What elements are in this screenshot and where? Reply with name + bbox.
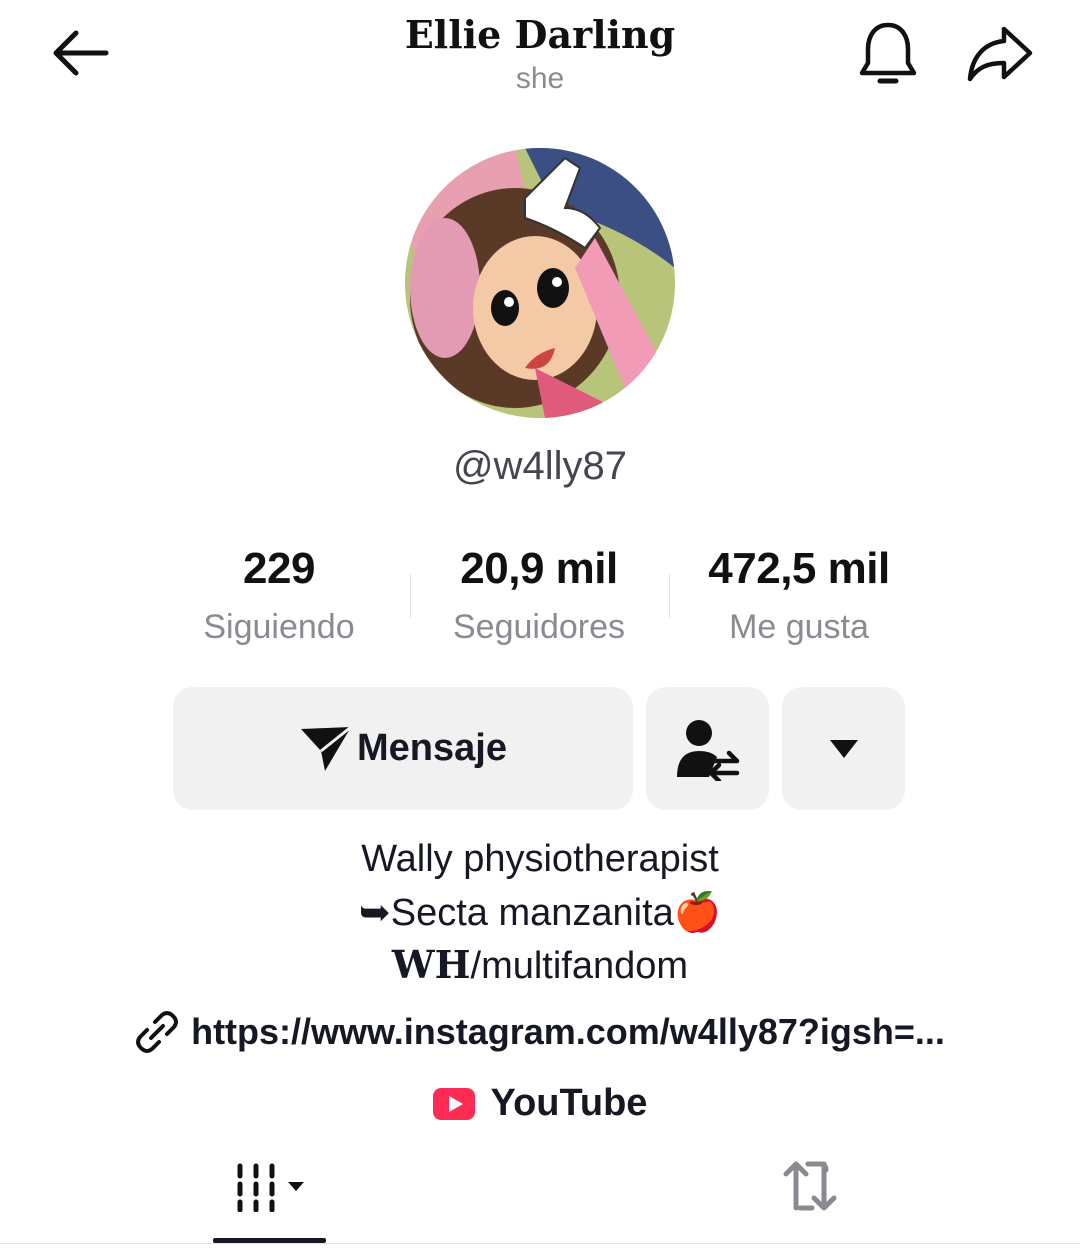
youtube-icon <box>432 1087 475 1120</box>
share-arrow-icon <box>967 26 1033 82</box>
notification-button[interactable] <box>852 18 924 90</box>
user-swap-icon <box>676 719 739 781</box>
tab-bar-divider <box>0 1243 1080 1244</box>
bio-line-2-text: Secta manzanita <box>390 892 674 934</box>
bio-line-3-text: /multifandom <box>470 945 689 987</box>
bio-line-1: Wally physiotherapist <box>361 838 719 880</box>
more-options-button[interactable] <box>782 687 905 810</box>
send-icon <box>301 725 352 771</box>
instagram-link-text: https://www.instagram.com/w4lly87?igsh=.… <box>191 1011 945 1052</box>
stat-likes[interactable]: 472,5 mil Me gusta <box>669 544 929 647</box>
youtube-link-text: YouTube <box>490 1082 648 1124</box>
message-label: Mensaje <box>357 727 507 769</box>
instagram-link[interactable]: https://www.instagram.com/w4lly87?igsh=.… <box>0 1010 1080 1054</box>
message-button[interactable]: Mensaje <box>173 687 633 810</box>
caret-down-icon <box>829 739 858 758</box>
likes-label: Me gusta <box>729 608 869 646</box>
followers-label: Seguidores <box>452 608 625 646</box>
link-icon <box>136 1011 179 1053</box>
bio-line-3: WH/multifandom <box>0 942 1080 988</box>
likes-count: 472,5 mil <box>708 544 890 593</box>
apple-emoji-icon: 🍎 <box>673 892 722 934</box>
username: @w4lly87 <box>452 444 627 488</box>
grid-icon <box>237 1163 304 1212</box>
friend-button[interactable] <box>646 687 769 810</box>
avatar[interactable] <box>405 148 675 418</box>
followers-count: 20,9 mil <box>460 544 618 593</box>
avatar-illustration <box>405 148 675 418</box>
youtube-link[interactable]: YouTube <box>0 1082 1080 1125</box>
following-count: 229 <box>243 544 315 593</box>
stat-followers[interactable]: 20,9 mil Seguidores <box>409 544 669 647</box>
tab-videos[interactable] <box>213 1150 326 1222</box>
stat-following[interactable]: 229 Siguiendo <box>149 544 409 647</box>
bio-line-2: ➥Secta manzanita🍎 <box>0 890 1080 935</box>
tab-reposts[interactable] <box>760 1150 860 1222</box>
bio-arrow: ➥ <box>358 892 391 934</box>
share-button[interactable] <box>962 20 1038 86</box>
bell-icon <box>859 22 917 84</box>
bio-wh: WH <box>391 942 471 987</box>
following-label: Siguiendo <box>203 608 355 646</box>
repost-icon <box>783 1161 837 1211</box>
